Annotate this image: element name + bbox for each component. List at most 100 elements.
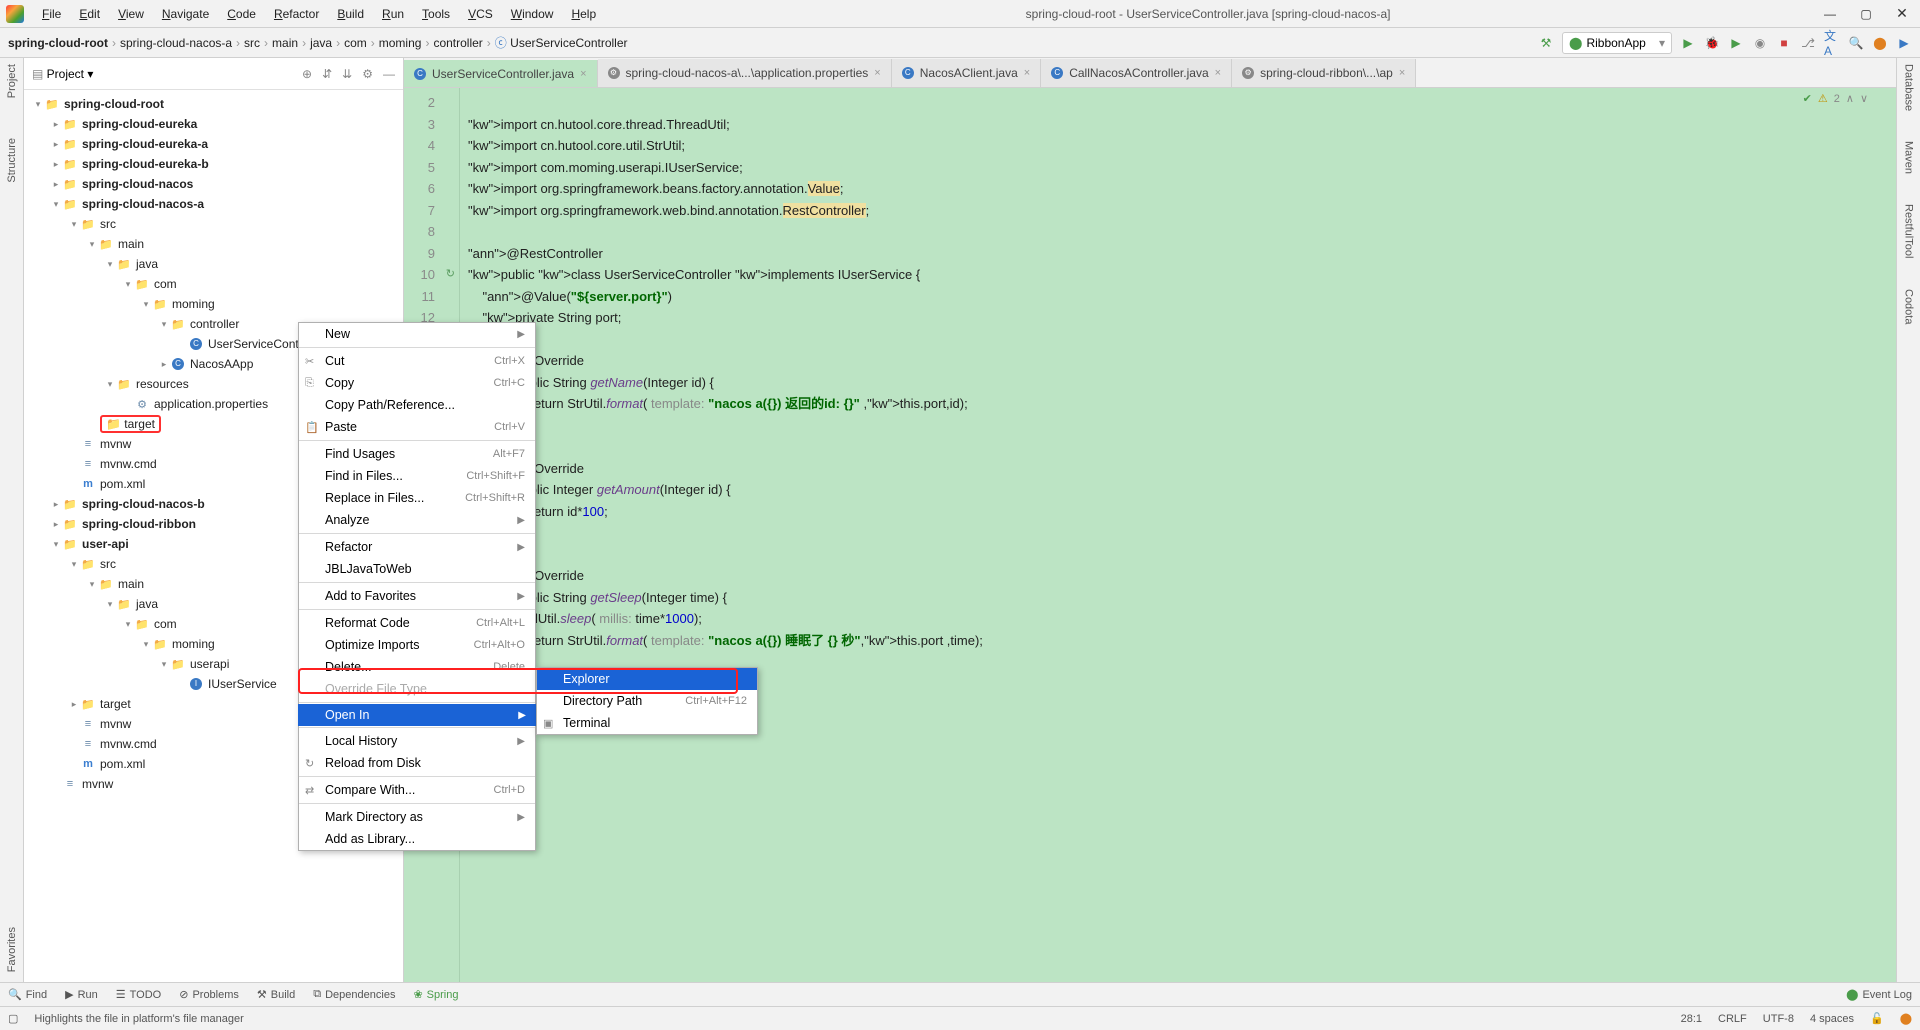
breadcrumb-segment[interactable]: controller xyxy=(433,36,482,50)
indent-config[interactable]: 4 spaces xyxy=(1810,1013,1854,1025)
close-tab-icon[interactable]: × xyxy=(1024,67,1030,79)
menu-code[interactable]: Code xyxy=(219,4,264,24)
menu-help[interactable]: Help xyxy=(563,4,604,24)
locate-icon[interactable]: ⊕ xyxy=(302,67,312,81)
ctx-new[interactable]: New▶ xyxy=(299,323,535,345)
ctx-copy-path-reference-[interactable]: Copy Path/Reference... xyxy=(299,394,535,416)
updates-icon[interactable]: ⬤ xyxy=(1872,35,1888,51)
ctx-copy[interactable]: ⎘CopyCtrl+C xyxy=(299,372,535,394)
caret-position[interactable]: 28:1 xyxy=(1681,1013,1702,1025)
ide-settings-icon[interactable]: ▶ xyxy=(1896,35,1912,51)
tree-node-java[interactable]: ▾📁java xyxy=(24,254,403,274)
code-content[interactable]: "kw">import cn.hutool.core.thread.Thread… xyxy=(460,88,1896,982)
tree-node-com[interactable]: ▾📁com xyxy=(24,274,403,294)
menu-vcs[interactable]: VCS xyxy=(460,4,501,24)
breadcrumb-segment[interactable]: spring-cloud-nacos-a xyxy=(120,36,232,50)
spring-tool-button[interactable]: ❀ Spring xyxy=(413,988,458,1001)
menu-file[interactable]: File xyxy=(34,4,69,24)
ctx-directory-path[interactable]: Directory PathCtrl+Alt+F12 xyxy=(537,690,757,712)
breadcrumb-segment[interactable]: main xyxy=(272,36,298,50)
editor-tab[interactable]: CCallNacosAController.java× xyxy=(1041,59,1232,87)
tree-node-spring-cloud-nacos[interactable]: ▸📁spring-cloud-nacos xyxy=(24,174,403,194)
stop-icon[interactable]: ■ xyxy=(1776,35,1792,51)
search-icon[interactable]: 🔍 xyxy=(1848,35,1864,51)
dependencies-tool-button[interactable]: ⧉ Dependencies xyxy=(313,988,395,1001)
inspection-widget[interactable]: ✔ ⚠2 ∧ ∨ xyxy=(1803,92,1868,105)
breadcrumb-segment[interactable]: spring-cloud-root xyxy=(8,36,108,50)
editor-tab[interactable]: ⚙spring-cloud-ribbon\...\ap× xyxy=(1232,59,1416,87)
run-tool-button[interactable]: ▶ Run xyxy=(65,988,98,1001)
expand-icon[interactable]: ⇵ xyxy=(322,67,332,81)
hide-icon[interactable]: ― xyxy=(383,67,395,81)
menu-navigate[interactable]: Navigate xyxy=(154,4,217,24)
breadcrumb[interactable]: spring-cloud-root›spring-cloud-nacos-a›s… xyxy=(8,34,1538,51)
settings-icon[interactable]: ⚙ xyxy=(362,67,373,81)
ctx-delete-[interactable]: Delete...Delete xyxy=(299,656,535,678)
breadcrumb-segment[interactable]: ⓒ UserServiceController xyxy=(495,34,628,51)
editor-tab[interactable]: CNacosAClient.java× xyxy=(892,59,1041,87)
open-in-submenu[interactable]: ExplorerDirectory PathCtrl+Alt+F12▣Termi… xyxy=(536,667,758,735)
run-config-selector[interactable]: ⬤RibbonApp▾ xyxy=(1562,32,1672,54)
translate-icon[interactable]: 文A xyxy=(1824,35,1840,51)
ctx-compare-with-[interactable]: ⇄Compare With...Ctrl+D xyxy=(299,779,535,801)
run-icon[interactable]: ▶ xyxy=(1680,35,1696,51)
file-encoding[interactable]: UTF-8 xyxy=(1763,1013,1794,1025)
ctx-paste[interactable]: 📋PasteCtrl+V xyxy=(299,416,535,438)
codota-tool-button[interactable]: Codota xyxy=(1903,289,1915,324)
ctx-add-to-favorites[interactable]: Add to Favorites▶ xyxy=(299,585,535,607)
close-tab-icon[interactable]: × xyxy=(1215,67,1221,79)
breadcrumb-segment[interactable]: src xyxy=(244,36,260,50)
project-view-selector[interactable]: ▤ Project ▾ xyxy=(32,67,93,81)
database-tool-button[interactable]: Database xyxy=(1903,64,1915,111)
ctx-override-file-type[interactable]: Override File Type xyxy=(299,678,535,700)
git-icon[interactable]: ⎇ xyxy=(1800,35,1816,51)
tree-node-moming[interactable]: ▾📁moming xyxy=(24,294,403,314)
ctx-analyze[interactable]: Analyze▶ xyxy=(299,509,535,531)
todo-tool-button[interactable]: ☰ TODO xyxy=(116,988,161,1001)
tree-node-src[interactable]: ▾📁src xyxy=(24,214,403,234)
ctx-replace-in-files-[interactable]: Replace in Files...Ctrl+Shift+R xyxy=(299,487,535,509)
event-log-button[interactable]: ⬤ Event Log xyxy=(1846,988,1912,1001)
tree-node-spring-cloud-eureka-b[interactable]: ▸📁spring-cloud-eureka-b xyxy=(24,154,403,174)
tree-node-spring-cloud-nacos-a[interactable]: ▾📁spring-cloud-nacos-a xyxy=(24,194,403,214)
find-tool-button[interactable]: 🔍 Find xyxy=(8,988,47,1001)
build-tool-button[interactable]: ⚒ Build xyxy=(257,988,295,1001)
menu-view[interactable]: View xyxy=(110,4,152,24)
editor-tab[interactable]: ⚙spring-cloud-nacos-a\...\application.pr… xyxy=(598,59,892,87)
ctx-optimize-imports[interactable]: Optimize ImportsCtrl+Alt+O xyxy=(299,634,535,656)
ctx-explorer[interactable]: Explorer xyxy=(537,668,757,690)
menu-run[interactable]: Run xyxy=(374,4,412,24)
breadcrumb-segment[interactable]: moming xyxy=(379,36,422,50)
coverage-icon[interactable]: ▶ xyxy=(1728,35,1744,51)
close-tab-icon[interactable]: × xyxy=(1399,67,1405,79)
editor-tab[interactable]: CUserServiceController.java× xyxy=(404,60,598,88)
ctx-jbljavatoweb[interactable]: JBLJavaToWeb xyxy=(299,558,535,580)
project-tool-button[interactable]: Project xyxy=(6,64,18,98)
build-icon[interactable]: ⚒ xyxy=(1538,35,1554,51)
menu-window[interactable]: Window xyxy=(503,4,562,24)
debug-icon[interactable]: 🐞 xyxy=(1704,35,1720,51)
close-button[interactable]: ✕ xyxy=(1884,0,1920,28)
ctx-terminal[interactable]: ▣Terminal xyxy=(537,712,757,734)
ctx-cut[interactable]: ✂CutCtrl+X xyxy=(299,350,535,372)
line-separator[interactable]: CRLF xyxy=(1718,1013,1747,1025)
menu-refactor[interactable]: Refactor xyxy=(266,4,327,24)
tree-node-spring-cloud-root[interactable]: ▾📁spring-cloud-root xyxy=(24,94,403,114)
ctx-mark-directory-as[interactable]: Mark Directory as▶ xyxy=(299,806,535,828)
ctx-find-in-files-[interactable]: Find in Files...Ctrl+Shift+F xyxy=(299,465,535,487)
maven-tool-button[interactable]: Maven xyxy=(1903,141,1915,174)
collapse-icon[interactable]: ⇊ xyxy=(342,67,352,81)
memory-icon[interactable]: ⬤ xyxy=(1900,1012,1912,1025)
readonly-icon[interactable]: 🔓 xyxy=(1870,1012,1884,1025)
minimize-button[interactable]: ― xyxy=(1812,0,1848,28)
maximize-button[interactable]: ▢ xyxy=(1848,0,1884,28)
chevron-up-icon[interactable]: ∧ xyxy=(1846,92,1854,105)
ctx-local-history[interactable]: Local History▶ xyxy=(299,730,535,752)
menu-tools[interactable]: Tools xyxy=(414,4,458,24)
restful-tool-button[interactable]: RestfulTool xyxy=(1903,204,1915,258)
ctx-refactor[interactable]: Refactor▶ xyxy=(299,536,535,558)
tree-node-spring-cloud-eureka[interactable]: ▸📁spring-cloud-eureka xyxy=(24,114,403,134)
favorites-tool-button[interactable]: Favorites xyxy=(6,927,18,972)
tree-node-spring-cloud-eureka-a[interactable]: ▸📁spring-cloud-eureka-a xyxy=(24,134,403,154)
close-tab-icon[interactable]: × xyxy=(874,67,880,79)
